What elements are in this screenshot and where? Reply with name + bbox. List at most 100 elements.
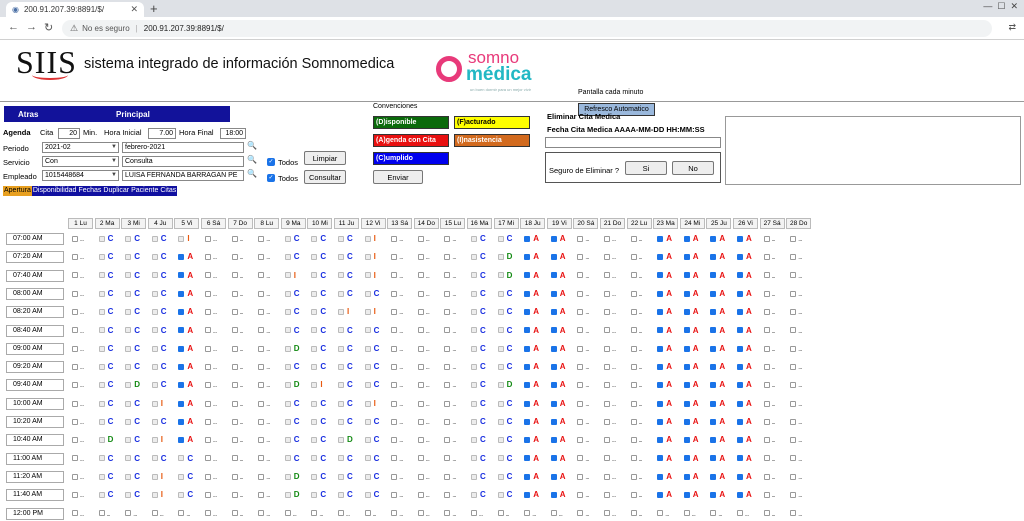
slot-cell[interactable]: ... [72,325,97,337]
hora-inicial-input[interactable]: 7.00 [148,128,176,139]
slot-checkbox[interactable] [284,400,291,407]
slot-cell[interactable]: C [98,343,124,355]
slot-cell[interactable]: I [178,233,203,245]
slot-checkbox[interactable] [205,437,211,444]
slot-checkbox[interactable] [178,510,185,517]
slot-checkbox[interactable] [258,345,265,352]
slot-checkbox[interactable] [364,382,371,389]
slot-checkbox[interactable] [72,437,78,444]
slot-checkbox[interactable] [72,400,78,407]
slot-checkbox[interactable] [444,272,451,279]
slot-cell[interactable]: ... [790,489,815,501]
slot-cell[interactable]: ... [391,233,416,245]
slot-checkbox[interactable] [657,309,664,316]
slot-checkbox[interactable] [284,492,291,499]
slot-cell[interactable]: A [737,251,762,263]
slot-checkbox[interactable] [471,437,477,444]
slot-checkbox[interactable] [125,272,132,279]
slot-cell[interactable]: ... [391,270,416,282]
slot-checkbox[interactable] [524,290,531,297]
slot-checkbox[interactable] [72,272,78,279]
slot-checkbox[interactable] [604,235,610,242]
slot-cell[interactable]: ... [763,325,789,337]
slot-cell[interactable]: A [683,233,709,245]
slot-cell[interactable]: A [550,270,576,282]
slot-checkbox[interactable] [657,272,664,279]
slot-checkbox[interactable] [550,473,557,480]
slot-checkbox[interactable] [284,363,291,370]
slot-checkbox[interactable] [710,492,717,499]
slot-checkbox[interactable] [710,382,717,389]
slot-cell[interactable]: ... [231,416,257,428]
citas-tab[interactable]: Citas [159,186,178,196]
slot-checkbox[interactable] [737,418,743,425]
slot-checkbox[interactable] [151,455,158,462]
slot-cell[interactable]: C [98,416,124,428]
slot-cell[interactable]: ... [471,508,496,520]
slot-cell[interactable]: ... [630,325,656,337]
slot-checkbox[interactable] [710,363,717,370]
slot-checkbox[interactable] [391,400,398,407]
slot-checkbox[interactable] [790,382,797,389]
translate-icon[interactable]: ⇄ [1008,22,1016,33]
slot-checkbox[interactable] [790,363,797,370]
slot-checkbox[interactable] [125,363,132,370]
slot-cell[interactable]: ... [630,434,656,446]
window-controls[interactable]: — ☐ ✕ [983,1,1018,12]
slot-checkbox[interactable] [417,418,424,425]
slot-cell[interactable]: ... [391,251,416,263]
slot-cell[interactable]: ... [205,489,230,501]
slot-checkbox[interactable] [205,382,211,389]
slot-cell[interactable]: A [737,325,762,337]
fecha-cita-input[interactable] [545,137,721,148]
slot-checkbox[interactable] [524,418,531,425]
slot-checkbox[interactable] [231,254,238,261]
slot-checkbox[interactable] [417,492,424,499]
slot-checkbox[interactable] [604,455,610,462]
periodo-text-input[interactable]: febrero-2021 [122,142,244,153]
slot-checkbox[interactable] [364,455,371,462]
forward-icon[interactable]: → [26,21,37,33]
slot-cell[interactable]: C [151,306,177,318]
slot-cell[interactable]: C [471,489,496,501]
slot-cell[interactable]: C [338,471,363,483]
slot-checkbox[interactable] [737,345,743,352]
slot-cell[interactable]: A [550,233,576,245]
slot-checkbox[interactable] [417,382,424,389]
slot-checkbox[interactable] [258,235,265,242]
slot-cell[interactable]: A [710,251,735,263]
slot-cell[interactable]: C [471,288,496,300]
browser-tab[interactable]: ◉ 200.91.207.39:8891/$/ ✕ [6,2,144,17]
slot-cell[interactable]: ... [604,233,629,245]
slot-cell[interactable]: A [524,471,549,483]
slot-checkbox[interactable] [763,235,770,242]
slot-cell[interactable]: C [284,361,310,373]
slot-cell[interactable]: ... [577,288,602,300]
slot-checkbox[interactable] [577,327,584,334]
slot-checkbox[interactable] [710,290,717,297]
slot-cell[interactable]: ... [72,270,97,282]
slot-checkbox[interactable] [471,510,477,517]
slot-cell[interactable]: A [524,270,549,282]
slot-checkbox[interactable] [311,254,318,261]
empleado-search-icon[interactable]: 🔍 [247,169,257,178]
slot-cell[interactable]: ... [630,489,656,501]
slot-checkbox[interactable] [258,309,265,316]
slot-cell[interactable]: ... [417,379,443,391]
slot-checkbox[interactable] [417,345,424,352]
slot-checkbox[interactable] [125,473,132,480]
slot-cell[interactable]: ... [72,233,97,245]
slot-cell[interactable]: A [710,379,735,391]
slot-cell[interactable]: C [311,288,336,300]
slot-checkbox[interactable] [763,418,770,425]
slot-checkbox[interactable] [205,492,211,499]
slot-checkbox[interactable] [417,510,424,517]
slot-checkbox[interactable] [737,290,743,297]
slot-checkbox[interactable] [364,363,371,370]
slot-cell[interactable]: C [338,416,363,428]
slot-cell[interactable]: A [657,434,682,446]
slot-cell[interactable]: ... [577,434,602,446]
slot-cell[interactable]: I [151,471,177,483]
slot-checkbox[interactable] [444,345,451,352]
slot-checkbox[interactable] [284,235,291,242]
